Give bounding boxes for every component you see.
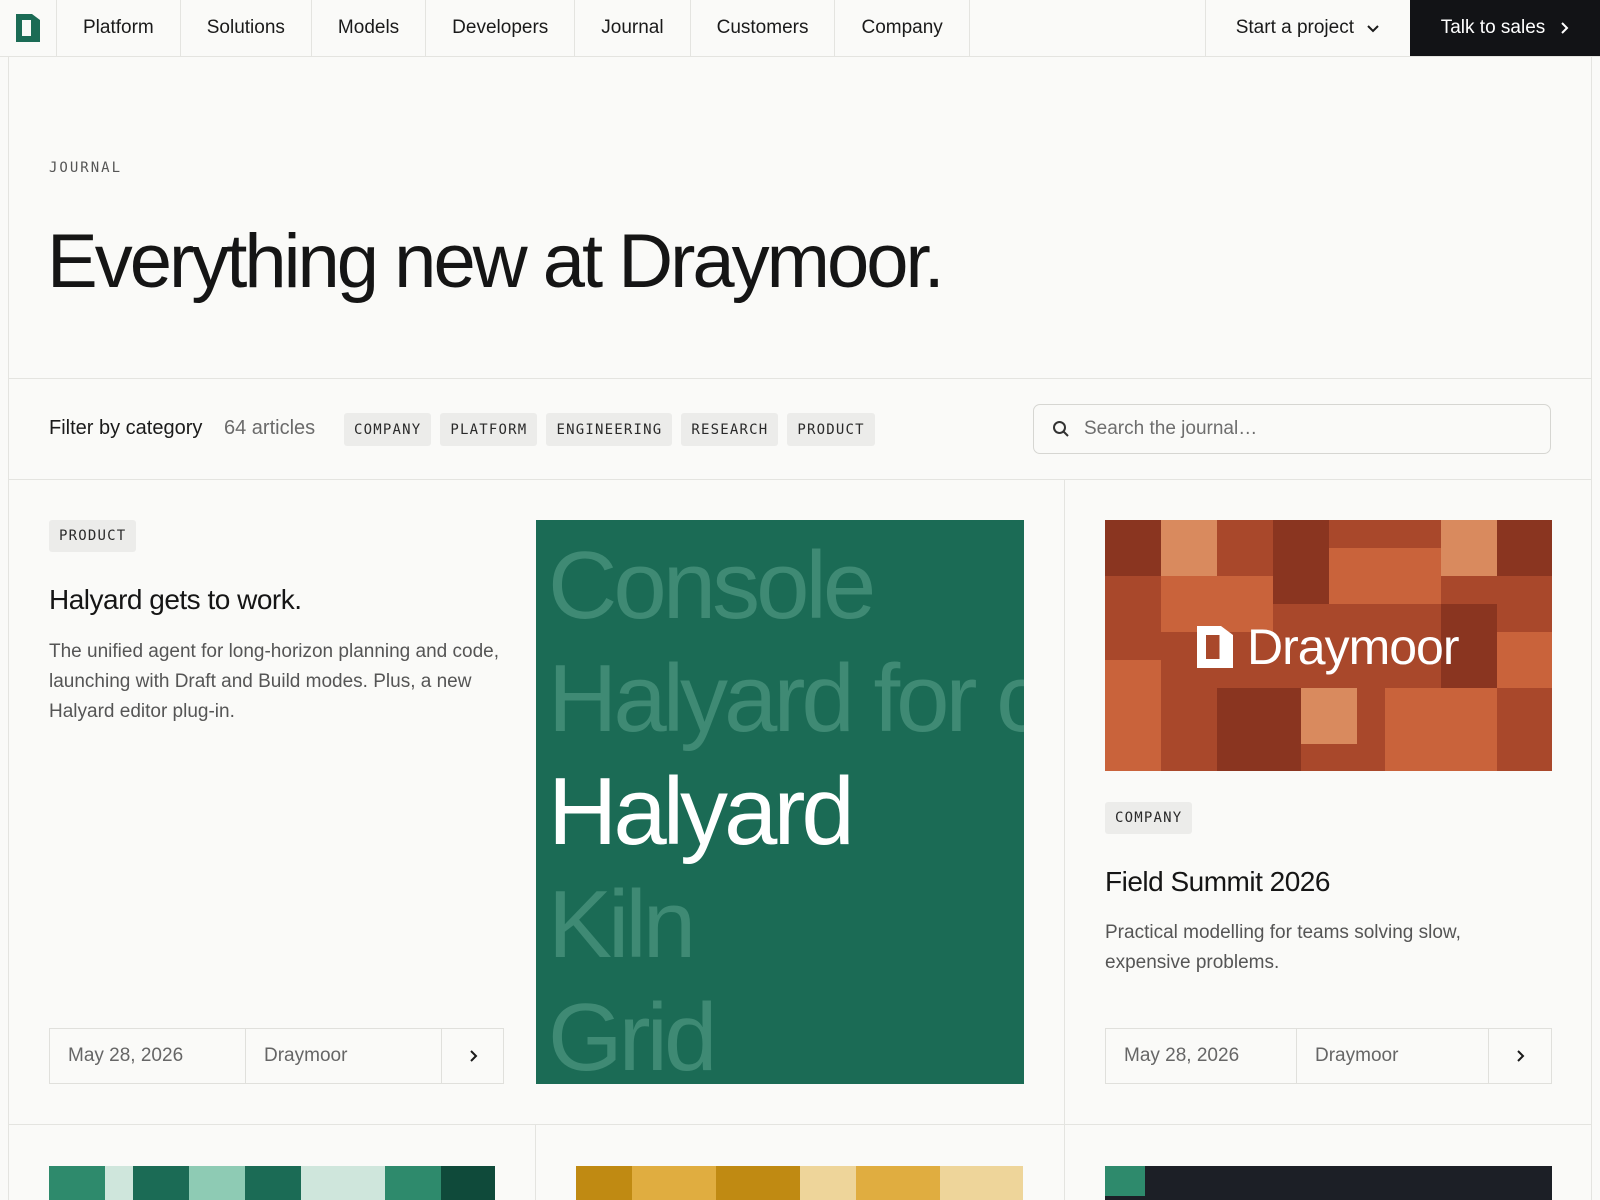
article-description: The unified agent for long-horizon plann…: [49, 641, 499, 722]
frame-line-left: [8, 57, 9, 1200]
featured-image[interactable]: Console Halyard for c Halyard Kiln Grid: [536, 520, 1024, 1084]
logo-icon: [1197, 626, 1233, 668]
image-block: [301, 1166, 385, 1200]
article-date: May 28, 2026: [1106, 1029, 1297, 1083]
talk-to-sales-label: Talk to sales: [1440, 17, 1546, 38]
divider: [8, 378, 1592, 379]
image-block: [1385, 688, 1497, 771]
article-image[interactable]: Draymoor: [1105, 520, 1552, 771]
top-nav: Platform Solutions Models Developers Jou…: [0, 0, 1600, 57]
article-count: 64 articles: [224, 417, 316, 439]
section-eyebrow: JOURNAL: [49, 160, 123, 176]
divider: [8, 1124, 1592, 1125]
image-block: [189, 1166, 245, 1200]
image-block: [1329, 520, 1441, 548]
frame-line-right: [1591, 57, 1592, 1200]
divider: [8, 479, 1592, 480]
image-block: [1301, 688, 1357, 744]
filter-chip-product[interactable]: PRODUCT: [787, 413, 875, 446]
start-project-button[interactable]: Start a project: [1204, 0, 1410, 56]
nav-developers[interactable]: Developers: [426, 0, 576, 56]
nav-customers[interactable]: Customers: [691, 0, 836, 56]
nav-solutions[interactable]: Solutions: [181, 0, 312, 56]
start-project-label: Start a project: [1235, 17, 1354, 38]
article-image[interactable]: [1105, 1166, 1552, 1200]
image-block: [1161, 520, 1217, 576]
image-block: [1105, 520, 1161, 576]
image-block: [1217, 688, 1301, 771]
image-block: [1497, 632, 1552, 688]
search-input[interactable]: [1084, 418, 1524, 440]
nav-journal[interactable]: Journal: [575, 0, 691, 56]
article-description: Practical modelling for teams solving sl…: [1105, 922, 1461, 973]
chevron-down-icon: [1367, 25, 1379, 33]
image-block: [576, 1166, 632, 1200]
image-block: [1105, 660, 1161, 771]
image-block: [632, 1166, 716, 1200]
read-article-button[interactable]: [1489, 1029, 1551, 1083]
filter-chip-company[interactable]: COMPANY: [344, 413, 432, 446]
column-divider: [1064, 1125, 1065, 1200]
image-block: [1273, 520, 1329, 604]
filter-chip-platform[interactable]: PLATFORM: [440, 413, 538, 446]
image-word-highlight: Halyard: [548, 758, 855, 865]
article-date: May 28, 2026: [50, 1029, 246, 1083]
read-article-button[interactable]: [442, 1029, 503, 1083]
article-author: Draymoor: [246, 1029, 442, 1083]
filter-label: Filter by category: [49, 417, 203, 439]
search-box: [1033, 404, 1551, 454]
filter-chip-research[interactable]: RESEARCH: [681, 413, 779, 446]
page-title: Everything new at Draymoor.: [47, 219, 945, 304]
category-filters: COMPANY PLATFORM ENGINEERING RESEARCH PR…: [344, 413, 875, 446]
image-block: [800, 1166, 856, 1200]
logo-icon[interactable]: [0, 0, 57, 56]
brand-logo: Draymoor: [1197, 618, 1459, 676]
nav-company[interactable]: Company: [835, 0, 970, 56]
image-block: [1217, 520, 1273, 576]
nav-platform[interactable]: Platform: [57, 0, 181, 56]
nav-models[interactable]: Models: [312, 0, 427, 56]
article-meta: May 28, 2026 Draymoor: [1105, 1028, 1552, 1084]
image-block: [105, 1166, 133, 1200]
article-tag[interactable]: PRODUCT: [49, 520, 137, 552]
image-block: [1329, 548, 1441, 604]
filter-chip-engineering[interactable]: ENGINEERING: [546, 413, 673, 446]
image-block: [441, 1166, 495, 1200]
image-block: [856, 1166, 940, 1200]
image-block: [49, 1166, 105, 1200]
article-title[interactable]: Field Summit 2026: [1105, 866, 1330, 898]
article-tag[interactable]: COMPANY: [1105, 802, 1193, 834]
article-image[interactable]: [49, 1166, 495, 1200]
image-block: [1497, 520, 1552, 576]
image-block: [133, 1166, 189, 1200]
brand-name: Draymoor: [1247, 619, 1459, 675]
article-meta: May 28, 2026 Draymoor: [49, 1028, 504, 1084]
article-image[interactable]: [576, 1166, 1023, 1200]
image-block: [1105, 576, 1161, 660]
image-word: Kiln: [548, 871, 696, 978]
chevron-right-icon: [469, 1050, 477, 1062]
image-block: [940, 1166, 1023, 1200]
chevron-right-icon: [1517, 1050, 1525, 1062]
image-block: [1105, 1166, 1145, 1196]
article-title[interactable]: Halyard gets to work.: [49, 584, 302, 616]
article-author: Draymoor: [1297, 1029, 1489, 1083]
image-block: [716, 1166, 800, 1200]
image-block: [245, 1166, 301, 1200]
column-divider: [1064, 480, 1065, 1125]
talk-to-sales-button[interactable]: Talk to sales: [1410, 0, 1600, 56]
image-block: [1441, 520, 1497, 576]
image-word: Console: [548, 532, 876, 639]
image-block: [385, 1166, 441, 1200]
image-word: Halyard for c: [548, 645, 1024, 752]
chevron-right-icon: [1561, 22, 1569, 34]
search-icon: [1053, 421, 1069, 437]
column-divider: [535, 1125, 536, 1200]
image-word: Grid: [548, 984, 717, 1085]
